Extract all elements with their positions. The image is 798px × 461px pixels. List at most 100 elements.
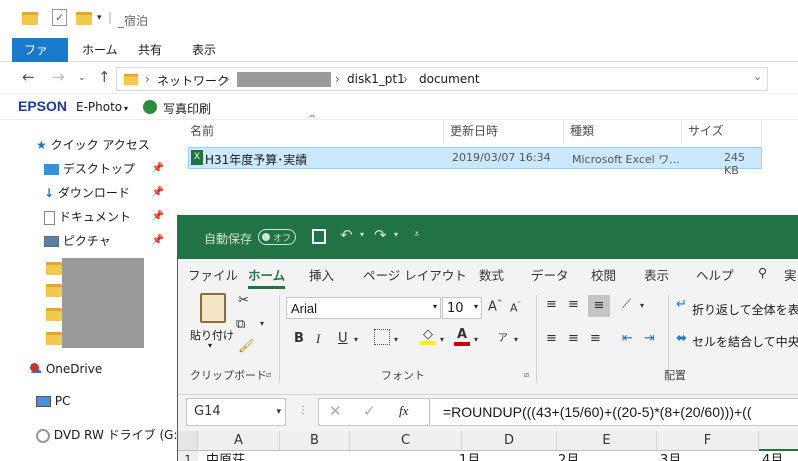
breadcrumb-disk[interactable]: disk1_pt1 xyxy=(347,72,405,86)
borders-icon[interactable] xyxy=(374,329,390,345)
fill-color-dropdown-icon[interactable]: ▾ xyxy=(440,335,444,344)
autosave-toggle[interactable]: オフ xyxy=(258,229,296,245)
pin-icon[interactable]: 📌 xyxy=(152,158,164,180)
row-header-1[interactable]: 1 xyxy=(178,451,198,461)
recent-dropdown-icon[interactable]: ⌄ xyxy=(78,73,86,83)
column-header-b[interactable]: B xyxy=(280,431,350,451)
cell-g1[interactable]: 4月 xyxy=(762,451,783,461)
phonetic-icon[interactable]: ア xyxy=(498,329,508,344)
nav-quick-access[interactable]: ★ クイック アクセス xyxy=(36,134,150,156)
save-icon[interactable] xyxy=(312,229,326,244)
bold-button[interactable]: B xyxy=(294,331,304,346)
nav-downloads[interactable]: ↓ ダウンロード 📌 xyxy=(44,182,170,204)
more-options-icon[interactable]: ⋮ xyxy=(298,405,308,416)
xtab-file[interactable]: ファイル xyxy=(188,265,238,284)
column-type[interactable]: 種類 xyxy=(564,120,682,144)
pin-icon[interactable]: 📌 xyxy=(152,206,164,228)
phonetic-dropdown-icon[interactable]: ▾ xyxy=(514,335,518,344)
xtab-formulas[interactable]: 数式 xyxy=(479,265,504,284)
align-right-icon[interactable]: ≡ xyxy=(590,331,601,346)
merge-center-button[interactable]: セルを結合して中央揃 xyxy=(692,333,798,350)
column-header-f[interactable]: F xyxy=(657,431,759,451)
chevron-right-icon[interactable]: › xyxy=(403,72,408,86)
enter-icon[interactable]: ✓ xyxy=(363,402,376,420)
copy-icon[interactable]: ⧉ xyxy=(236,317,245,332)
xtab-review[interactable]: 校閲 xyxy=(591,265,616,284)
nav-pictures[interactable]: ピクチャ 📌 xyxy=(44,230,170,252)
decrease-indent-icon[interactable]: ⇤ xyxy=(622,331,633,346)
nav-documents[interactable]: ドキュメント 📌 xyxy=(44,206,170,228)
qat-dropdown-icon[interactable]: ▾ xyxy=(97,13,102,23)
xtab-home[interactable]: ホーム xyxy=(248,265,286,289)
column-header-a[interactable]: A xyxy=(198,431,280,451)
xtab-view[interactable]: 表示 xyxy=(644,265,669,284)
chevron-down-icon[interactable]: ▾ xyxy=(276,399,281,425)
orientation-icon[interactable]: ⟋ xyxy=(622,297,631,312)
orientation-dropdown-icon[interactable]: ▾ xyxy=(640,301,644,310)
cell-e1[interactable]: 2月 xyxy=(558,451,579,461)
chevron-down-icon[interactable]: ▾ xyxy=(474,302,478,311)
tab-view[interactable]: 表示 xyxy=(180,38,228,62)
xtab-data[interactable]: データ xyxy=(531,265,569,284)
undo-icon[interactable]: ↶ xyxy=(340,226,353,244)
nav-onedrive[interactable]: ☁ OneDrive xyxy=(30,358,102,380)
fill-color-icon[interactable]: ◇ xyxy=(420,328,436,345)
font-name-select[interactable]: Arial ▾ xyxy=(286,297,441,319)
format-painter-icon[interactable]: 🖌 xyxy=(238,339,255,354)
tab-share[interactable]: 共有 xyxy=(126,38,174,62)
column-header-d[interactable]: D xyxy=(462,431,557,451)
forward-arrow-icon[interactable]: → xyxy=(52,68,65,86)
chevron-right-icon[interactable]: › xyxy=(145,72,150,86)
breadcrumb-document[interactable]: document xyxy=(419,72,480,86)
font-size-select[interactable]: 10 ▾ xyxy=(442,297,482,319)
paste-icon[interactable] xyxy=(200,293,226,323)
font-color-icon[interactable]: A xyxy=(454,327,470,346)
folder-icon[interactable] xyxy=(46,262,62,275)
column-header-c[interactable]: C xyxy=(350,431,462,451)
tab-home[interactable]: ホーム xyxy=(70,38,130,62)
column-size[interactable]: サイズ xyxy=(682,120,762,144)
up-arrow-icon[interactable]: ↑ xyxy=(98,68,111,86)
decrease-font-icon[interactable]: Aˇ xyxy=(510,301,521,315)
ephoto-menu[interactable]: E-Photo xyxy=(76,100,122,114)
folder-icon[interactable] xyxy=(46,308,62,321)
undo-dropdown-icon[interactable]: ▾ xyxy=(360,230,364,239)
address-dropdown-icon[interactable]: ⌄ xyxy=(753,70,762,83)
align-top-icon[interactable]: ≡ xyxy=(546,297,557,312)
underline-button[interactable]: U xyxy=(338,331,348,346)
chevron-right-icon[interactable]: › xyxy=(335,72,340,86)
file-row[interactable]: X H31年度予算･実績 2019/03/07 16:34 Microsoft … xyxy=(188,147,762,177)
dialog-launcher-icon[interactable]: ⧄ xyxy=(524,370,529,380)
new-folder-icon[interactable] xyxy=(76,12,92,25)
breadcrumb-network[interactable]: ネットワーク xyxy=(157,72,229,89)
align-center-icon[interactable]: ≡ xyxy=(568,331,579,346)
nav-pc[interactable]: PC xyxy=(36,390,70,412)
italic-button[interactable]: I xyxy=(316,331,320,347)
folder-icon[interactable] xyxy=(46,284,62,297)
wrap-text-icon[interactable]: ↵ xyxy=(676,297,687,312)
photo-print-button[interactable]: 写真印刷 xyxy=(163,100,211,117)
chevron-down-icon[interactable]: ▾ xyxy=(433,302,437,311)
back-arrow-icon[interactable]: ← xyxy=(22,68,35,86)
tab-file[interactable]: ファイル xyxy=(12,38,68,81)
cell-a1[interactable]: 中原荘 xyxy=(206,451,245,461)
wrap-text-button[interactable]: 折り返して全体を表示 xyxy=(692,301,798,318)
cell-d1[interactable]: 1月 xyxy=(459,451,480,461)
xtab-insert[interactable]: 挿入 xyxy=(309,265,334,284)
nav-desktop[interactable]: デスクトップ 📌 xyxy=(44,158,170,180)
increase-indent-icon[interactable]: ⇥ xyxy=(644,331,655,346)
address-bar[interactable]: › ネットワーク › › disk1_pt1 › document ⌄ xyxy=(116,67,768,91)
cut-icon[interactable]: ✂ xyxy=(238,293,249,308)
column-header-e[interactable]: E xyxy=(557,431,657,451)
cancel-icon[interactable]: ✕ xyxy=(329,402,342,420)
name-box[interactable]: G14 ▾ xyxy=(186,398,286,426)
customize-qat-icon[interactable]: ⩡ xyxy=(414,229,420,240)
align-left-icon[interactable]: ≡ xyxy=(546,331,557,346)
chevron-right-icon[interactable]: › xyxy=(225,72,230,86)
font-color-dropdown-icon[interactable]: ▾ xyxy=(474,335,478,344)
properties-icon[interactable]: ✓ xyxy=(52,9,67,26)
xtab-help[interactable]: ヘルプ xyxy=(696,265,734,284)
merge-center-icon[interactable]: ⬌ xyxy=(676,331,687,346)
formula-input[interactable]: =ROUNDUP(((43+(15/60)+((20-5)*(8+(20/60)… xyxy=(431,398,798,426)
nav-dvd[interactable]: DVD RW ドライブ (G:) S xyxy=(36,424,194,446)
